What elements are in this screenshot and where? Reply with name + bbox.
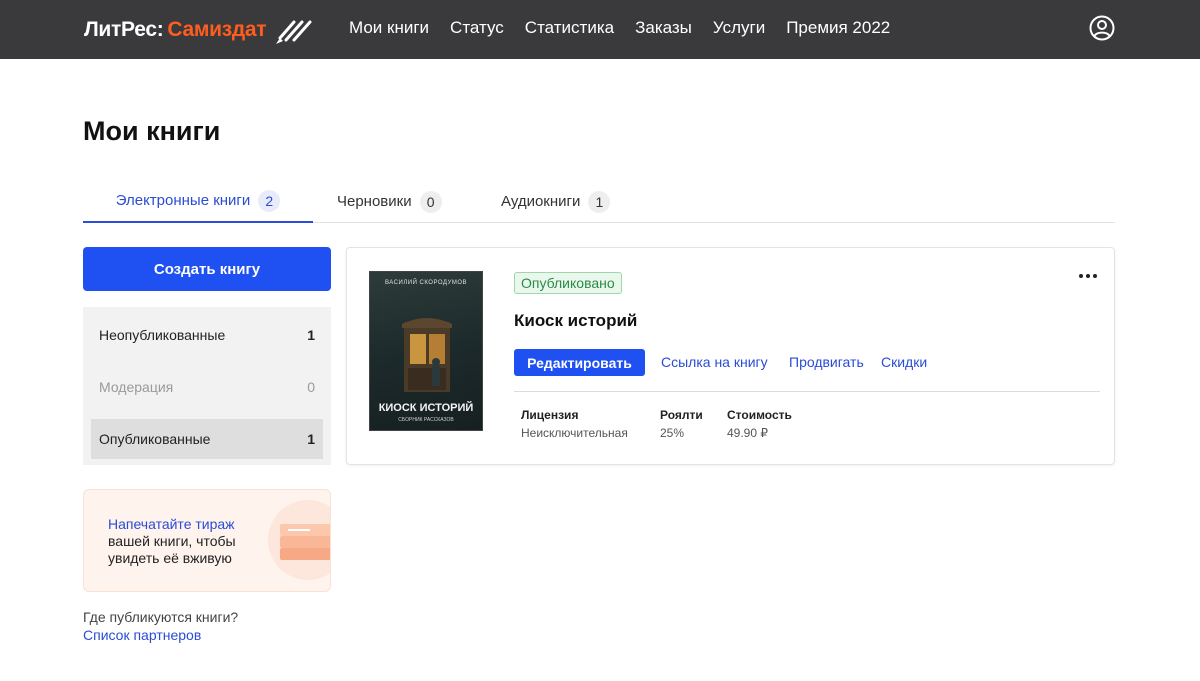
filter-label: Модерация [99,379,174,395]
tab-drafts[interactable]: Черновики 0 [337,180,442,223]
book-card: ВАСИЛИЙ СКОРОДУМОВ КИОСК ИСТОРИЙ СБОРНИК… [346,247,1115,465]
partners-list-link[interactable]: Список партнеров [83,627,201,643]
nav-my-books[interactable]: Мои книги [349,18,429,38]
promote-link[interactable]: Продвигать [789,354,864,370]
tab-count-badge: 0 [419,190,442,213]
royalty-value: 25% [660,426,685,440]
nav-statistics[interactable]: Статистика [525,18,614,38]
print-run-link[interactable]: Напечатайте тираж [108,516,235,532]
book-cover[interactable]: ВАСИЛИЙ СКОРОДУМОВ КИОСК ИСТОРИЙ СБОРНИК… [369,271,483,431]
filter-count: 1 [307,431,315,447]
promo-text: Напечатайте тираж вашей книги, чтобы уви… [108,516,268,567]
tab-label: Аудиокниги [501,193,581,210]
pen-strokes-icon [276,20,312,44]
tab-audiobooks[interactable]: Аудиокниги 1 [501,180,611,223]
cover-subtitle: СБОРНИК РАССКАЗОВ [398,417,454,423]
status-filter-list: Неопубликованные 1 Модерация 0 Опубликов… [83,307,331,465]
filter-moderation: Модерация 0 [91,367,323,407]
create-book-button[interactable]: Создать книгу [83,247,331,291]
filter-label: Опубликованные [99,431,211,447]
filter-unpublished[interactable]: Неопубликованные 1 [91,315,323,355]
nav-award-2022[interactable]: Премия 2022 [786,18,890,38]
print-promo-banner: Напечатайте тираж вашей книги, чтобы уви… [83,489,331,592]
filter-count: 0 [307,379,315,395]
status-badge: Опубликовано [514,272,622,294]
tab-label: Черновики [337,193,412,210]
printed-books-stack-icon [268,500,330,580]
filter-label: Неопубликованные [99,327,226,343]
nav-status[interactable]: Статус [450,18,504,38]
nav-orders[interactable]: Заказы [635,18,692,38]
user-circle-icon[interactable] [1089,15,1115,41]
tab-ebooks[interactable]: Электронные книги 2 [83,180,313,223]
more-options-icon[interactable] [1078,272,1098,280]
book-title[interactable]: Киоск историй [514,311,637,331]
cover-title: КИОСК ИСТОРИЙ [378,402,474,414]
top-navigation-bar: ЛитРес: Самиздат Мои книги Статус Статис… [0,0,1200,59]
promo-description: вашей книги, чтобы увидеть её вживую [108,533,236,566]
filter-count: 1 [307,327,315,343]
tab-count-badge: 2 [258,189,281,212]
main-nav: Мои книги Статус Статистика Заказы Услуг… [349,18,911,38]
kiosk-illustration [402,318,452,392]
royalty-label: Роялти [660,408,703,422]
nav-services[interactable]: Услуги [713,18,765,38]
tab-label: Электронные книги [115,192,251,209]
partners-question: Где публикуются книги? [83,609,239,625]
tab-count-badge: 1 [588,190,611,213]
cover-author: ВАСИЛИЙ СКОРОДУМОВ [385,280,467,286]
logo-text-samizdat: Самиздат [167,18,267,41]
filter-published[interactable]: Опубликованные 1 [91,419,323,459]
book-type-tabs: Электронные книги 2 Черновики 0 Аудиокни… [83,180,1115,223]
edit-book-button[interactable]: Редактировать [514,349,645,376]
logo-text-litres: ЛитРес: [84,18,164,41]
book-link[interactable]: Ссылка на книгу [661,354,768,370]
price-value: 49.90 ₽ [727,426,768,440]
discounts-link[interactable]: Скидки [881,354,927,370]
license-label: Лицензия [521,408,579,422]
card-divider [514,391,1100,392]
license-value: Неисключительная [521,426,628,440]
litres-samizdat-logo[interactable]: ЛитРес: Самиздат [84,12,314,48]
page-title: Мои книги [83,116,221,146]
price-label: Стоимость [727,408,792,422]
